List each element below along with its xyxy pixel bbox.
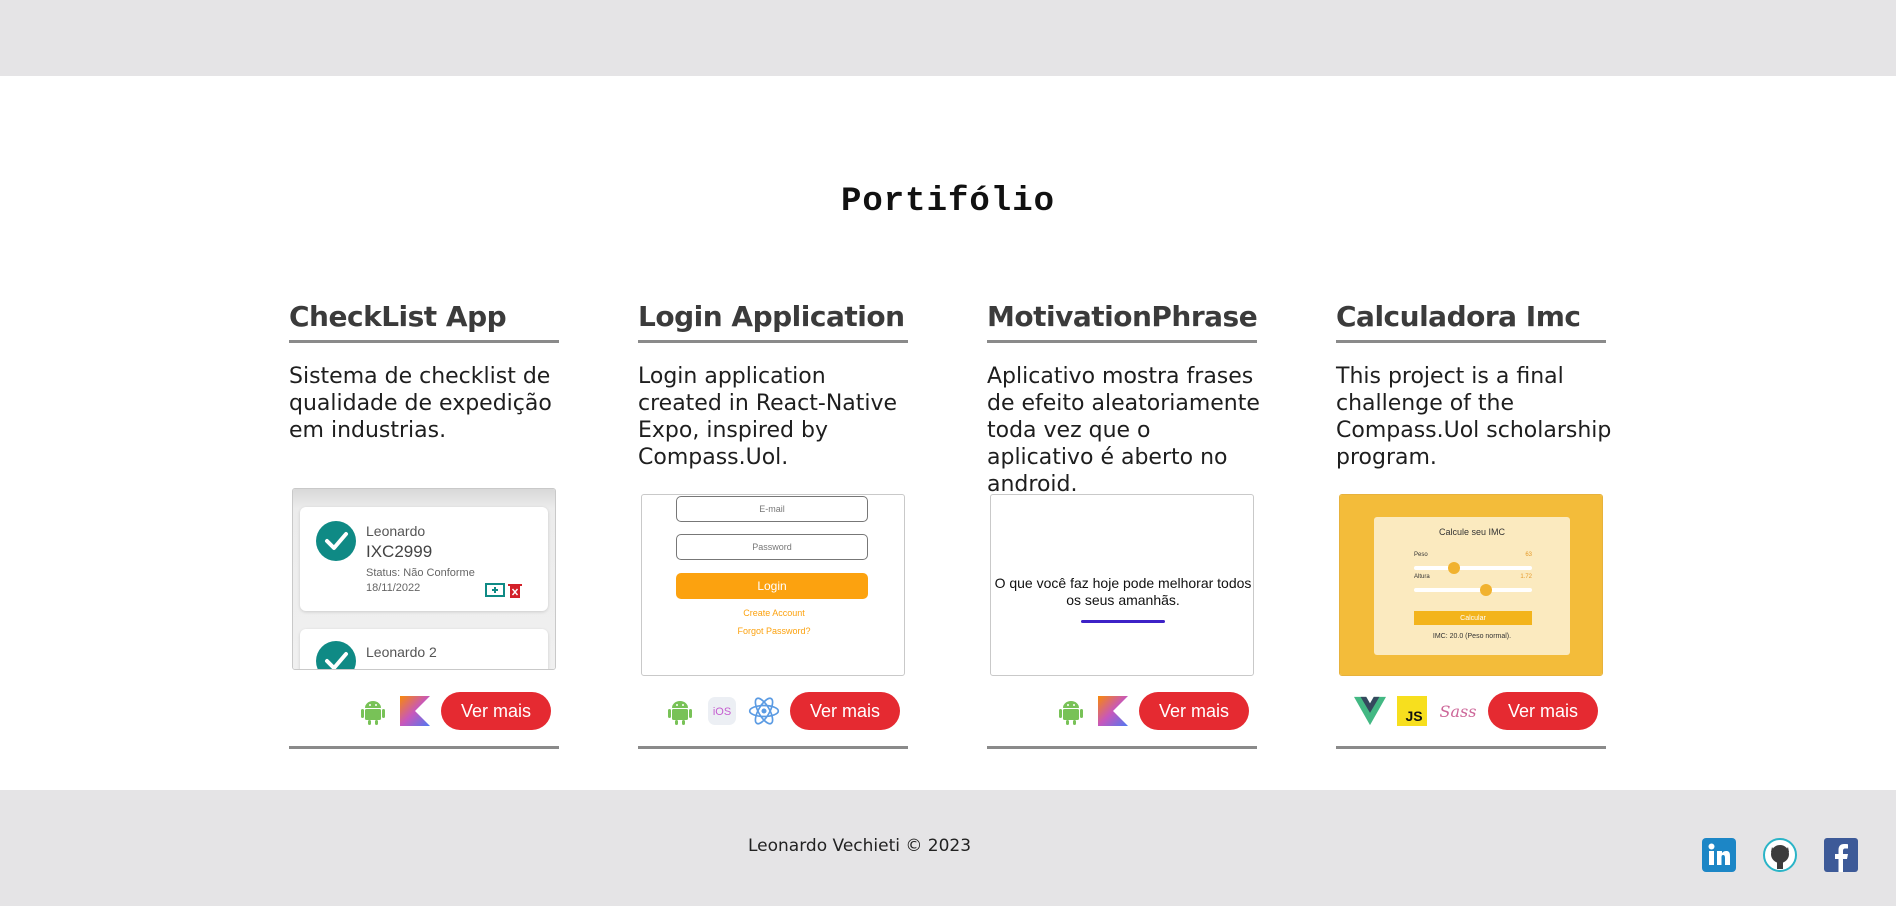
check-circle-icon xyxy=(316,641,356,669)
add-icon xyxy=(485,583,505,603)
javascript-icon: JS xyxy=(1396,695,1428,727)
divider xyxy=(638,340,908,343)
project-preview-image: Calcule seu IMC Peso 63 Altura 1.72 Calc… xyxy=(1339,494,1603,676)
project-preview-image: Leonardo IXC2999 Status: Não Conforme 18… xyxy=(292,488,556,670)
divider xyxy=(987,340,1257,343)
kotlin-icon xyxy=(1097,695,1129,727)
sass-icon: Sass xyxy=(1438,695,1478,727)
tech-row: Ver mais xyxy=(987,692,1257,730)
divider xyxy=(1336,340,1606,343)
check-circle-icon xyxy=(316,521,356,561)
project-title: MotivationPhrase xyxy=(987,300,1258,333)
svg-text:iOS: iOS xyxy=(713,706,731,718)
android-icon xyxy=(664,695,696,727)
project-card-imc: Calculadora Imc This project is a final … xyxy=(1336,296,1611,750)
project-description: Login application created in React-Nativ… xyxy=(638,364,898,470)
divider xyxy=(987,746,1257,749)
android-icon xyxy=(357,695,389,727)
item-date: 18/11/2022 xyxy=(366,582,421,594)
react-icon xyxy=(748,695,780,727)
weight-slider-knob xyxy=(1448,562,1460,574)
project-description: Aplicativo mostra frases de efeito aleat… xyxy=(987,364,1260,497)
svg-text:JS: JS xyxy=(1405,708,1422,724)
weight-value: 63 xyxy=(1525,552,1532,558)
calcular-button-preview: Calcular xyxy=(1414,611,1532,625)
facebook-icon[interactable] xyxy=(1824,838,1858,872)
project-card-login: Login Application Login application crea… xyxy=(638,296,908,750)
tech-row: iOS Ver mais xyxy=(638,692,908,730)
copyright-text: Leonardo Vechieti © 2023 xyxy=(748,836,972,856)
list-item: Leonardo IXC2999 Status: Não Conforme 18… xyxy=(300,507,548,611)
list-item: Leonardo 2 xyxy=(300,629,548,669)
kotlin-icon xyxy=(399,695,431,727)
imc-panel: Calcule seu IMC Peso 63 Altura 1.72 Calc… xyxy=(1374,517,1570,655)
password-field: Password xyxy=(676,534,868,560)
project-title: CheckList App xyxy=(289,300,507,333)
item-name: Leonardo 2 xyxy=(366,644,437,660)
github-icon[interactable] xyxy=(1763,838,1797,872)
weight-slider xyxy=(1414,566,1532,570)
weight-label: Peso xyxy=(1414,552,1428,558)
svg-text:Sass: Sass xyxy=(1440,702,1477,721)
ver-mais-button[interactable]: Ver mais xyxy=(1139,692,1249,730)
project-card-checklist: CheckList App Sistema de checklist de qu… xyxy=(289,296,559,750)
project-description: This project is a final challenge of the… xyxy=(1336,364,1612,470)
top-band xyxy=(0,0,1896,76)
item-status: Status: Não Conforme xyxy=(366,567,475,579)
divider xyxy=(289,340,559,343)
height-value: 1.72 xyxy=(1520,574,1532,580)
divider xyxy=(638,746,908,749)
motivation-phrase: O que você faz hoje pode melhorar todos … xyxy=(994,575,1252,608)
item-name: Leonardo xyxy=(366,523,426,539)
divider xyxy=(1336,746,1606,749)
linkedin-icon[interactable] xyxy=(1702,838,1736,872)
height-slider-knob xyxy=(1480,584,1492,596)
project-title: Calculadora Imc xyxy=(1336,300,1581,333)
vue-icon xyxy=(1354,695,1386,727)
project-description: Sistema de checklist de qualidade de exp… xyxy=(289,364,552,443)
ver-mais-button[interactable]: Ver mais xyxy=(441,692,551,730)
page-title: Portifólio xyxy=(840,183,1056,221)
ios-icon: iOS xyxy=(706,695,738,727)
delete-icon xyxy=(508,583,522,603)
tech-row: Ver mais xyxy=(289,692,559,730)
ver-mais-button[interactable]: Ver mais xyxy=(1488,692,1598,730)
phrase-underline xyxy=(1081,620,1165,623)
imc-result: IMC: 20.0 (Peso normal). xyxy=(1432,633,1512,640)
ver-mais-button[interactable]: Ver mais xyxy=(790,692,900,730)
forgot-password-link: Forgot Password? xyxy=(737,626,811,636)
height-slider xyxy=(1414,588,1532,592)
height-label: Altura xyxy=(1414,574,1430,580)
project-card-motivation: MotivationPhrase Aplicativo mostra frase… xyxy=(987,296,1260,750)
create-account-link: Create Account xyxy=(743,608,805,618)
project-preview-image: E-mail Password Login Create Account For… xyxy=(641,494,905,676)
android-icon xyxy=(1055,695,1087,727)
project-preview-image: O que você faz hoje pode melhorar todos … xyxy=(990,494,1254,676)
divider xyxy=(289,746,559,749)
project-title: Login Application xyxy=(638,300,905,333)
tech-row: JS Sass Ver mais xyxy=(1336,692,1606,730)
item-code: IXC2999 xyxy=(366,542,433,561)
email-field: E-mail xyxy=(676,496,868,522)
login-button-preview: Login xyxy=(676,573,868,599)
imc-heading: Calcule seu IMC xyxy=(1438,527,1506,537)
